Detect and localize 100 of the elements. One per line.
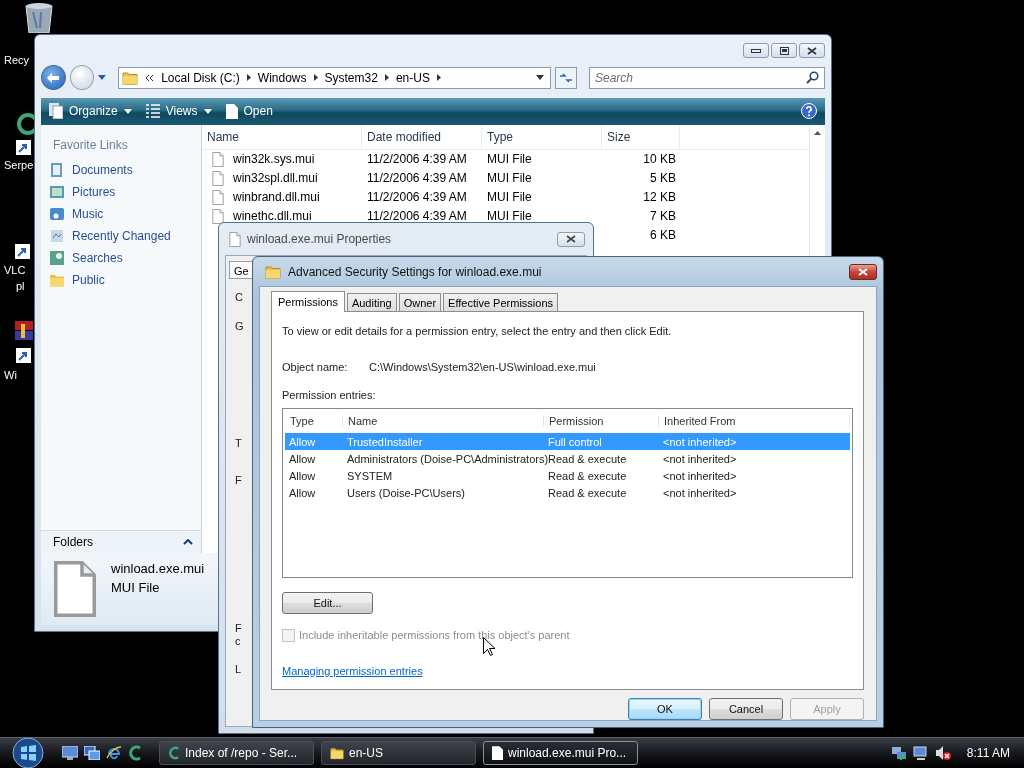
separator-arrow-icon	[246, 74, 251, 82]
close-icon	[566, 235, 576, 243]
close-button[interactable]	[557, 231, 585, 247]
table-cell-text: winethc.dll.mui	[232, 209, 312, 224]
table-cell-text: MUI File	[486, 190, 533, 205]
help-icon[interactable]	[801, 103, 817, 120]
scroll-up-icon[interactable]	[814, 130, 821, 135]
search-field[interactable]: Search	[589, 66, 825, 89]
column-header[interactable]: Name	[202, 124, 362, 149]
window-switch-icon[interactable]	[84, 746, 100, 760]
link-icon	[49, 161, 65, 178]
maximize-button[interactable]	[771, 43, 797, 58]
table-row[interactable]: Allow Administrators (Doise-PC\Administrators)Read & execute <not inherited>	[285, 450, 850, 467]
list-label: Permission entries:	[282, 388, 377, 402]
address-bar[interactable]: Local Disk (C:) Windows System32 en-US	[118, 66, 552, 89]
search-icon	[806, 70, 819, 84]
table-cell-text: MUI File	[486, 209, 533, 224]
folders-label: Folders	[53, 535, 93, 550]
table-cell-text: <not inherited>	[662, 435, 738, 448]
table-cell-text: 12 KB	[642, 190, 677, 205]
start-button[interactable]	[12, 737, 44, 768]
breadcrumb[interactable]: Local Disk (C:)	[161, 70, 240, 85]
table-cell-text: Users (Doise-PC\Users)	[346, 486, 466, 499]
table-row[interactable]: Allow Users (Doise-PC\Users) Read & execute <not inherited>	[285, 484, 850, 501]
column-header[interactable]: Type	[285, 415, 343, 427]
column-header[interactable]: Name	[343, 415, 544, 427]
table-row[interactable]: Allow SYSTEM Read & execute <not inherited>	[285, 467, 850, 484]
refresh-icon	[559, 71, 574, 84]
shortcut-icon[interactable]	[15, 244, 31, 260]
desktop-icon[interactable]	[62, 746, 78, 760]
tab[interactable]: Owner	[398, 293, 442, 311]
column-header[interactable]: Type	[482, 124, 602, 149]
app-icon[interactable]	[128, 745, 142, 761]
monitor-icon[interactable]	[912, 745, 929, 761]
recycle-bin-icon[interactable]	[22, 2, 56, 33]
permission-list[interactable]	[282, 408, 853, 578]
table-cell-text: 11/2/2006 4:39 AM	[366, 171, 468, 186]
label-fragment: C	[235, 291, 243, 303]
table-cell-text: Read & execute	[547, 469, 628, 482]
icon-label: Wi	[4, 368, 17, 382]
taskbar-button[interactable]: en-US	[321, 741, 476, 765]
tab[interactable]: Permissions	[271, 291, 345, 312]
speaker-muted-icon[interactable]	[934, 745, 951, 761]
help-link[interactable]: Managing permission entries	[282, 664, 423, 678]
breadcrumb[interactable]: en-US	[395, 70, 430, 85]
tab[interactable]: Auditing	[346, 293, 397, 311]
back-button[interactable]	[41, 65, 66, 91]
separator-arrow-icon	[313, 74, 318, 82]
table-cell-text: Allow	[288, 486, 317, 499]
favorite-link[interactable]: Public	[72, 272, 105, 287]
folders-bar[interactable]: Folders	[41, 530, 201, 554]
column-header[interactable]: Date modified	[362, 124, 482, 149]
icon-label: pl	[16, 279, 25, 293]
tab[interactable]: Effective Permissions	[443, 293, 559, 311]
column-header[interactable]: Inherited From	[659, 415, 850, 427]
breadcrumb[interactable]: System32	[324, 70, 378, 85]
tab[interactable]: Ge	[229, 261, 254, 279]
close-button[interactable]	[849, 263, 877, 280]
favorite-link[interactable]: Pictures	[72, 184, 116, 199]
breadcrumb[interactable]: Windows	[257, 70, 307, 85]
table-cell-text: 7 KB	[649, 209, 677, 224]
favorite-link[interactable]: Searches	[72, 250, 123, 265]
browser-icon[interactable]	[106, 745, 122, 761]
taskbar-button[interactable]: winload.exe.mui Pro...	[483, 741, 638, 765]
archive-shortcut-icon[interactable]	[15, 321, 33, 365]
close-icon	[807, 46, 817, 55]
table-cell-text: <not inherited>	[662, 452, 738, 465]
dialog-button[interactable]: OK	[628, 698, 702, 720]
caret-icon	[203, 108, 212, 114]
column-header[interactable]: Permission	[544, 415, 659, 427]
label-fragment: L	[235, 663, 242, 675]
file-icon	[212, 151, 224, 167]
toolbar-button[interactable]: Organize	[49, 103, 132, 120]
window-title: winload.exe.mui Properties	[247, 232, 392, 246]
column-header[interactable]: Size	[602, 124, 680, 149]
edit-button[interactable]: Edit...	[282, 592, 373, 614]
field-value: C:\Windows\System32\en-US\winload.exe.mui	[369, 360, 596, 374]
favorite-link[interactable]: Music	[72, 206, 104, 221]
network-icon[interactable]	[890, 745, 907, 761]
folder-icon	[265, 263, 281, 280]
link-icon	[49, 227, 65, 244]
toolbar-button[interactable]: Open	[225, 103, 273, 119]
favorite-link[interactable]: Documents	[72, 162, 133, 177]
table-cell-text: <not inherited>	[662, 486, 738, 499]
favorite-link[interactable]: Recently Changed	[72, 228, 171, 243]
separator-arrow-icon	[384, 74, 389, 82]
table-cell-text: Allow	[288, 435, 317, 448]
shortcut-icon[interactable]	[14, 112, 34, 156]
file-icon	[53, 561, 97, 618]
icon-label: VLC	[4, 263, 26, 277]
toolbar-button[interactable]: Views	[145, 104, 212, 119]
minimize-button[interactable]	[743, 43, 769, 58]
table-cell-text: Full control	[547, 435, 603, 448]
taskbar-button[interactable]: Index of /repo - Ser...	[159, 741, 314, 765]
refresh-button[interactable]	[555, 66, 577, 89]
file-icon	[229, 231, 241, 247]
dialog-button[interactable]: Cancel	[709, 698, 783, 720]
folder-icon	[122, 69, 139, 86]
close-button[interactable]	[799, 43, 825, 58]
file-icon	[212, 189, 224, 205]
